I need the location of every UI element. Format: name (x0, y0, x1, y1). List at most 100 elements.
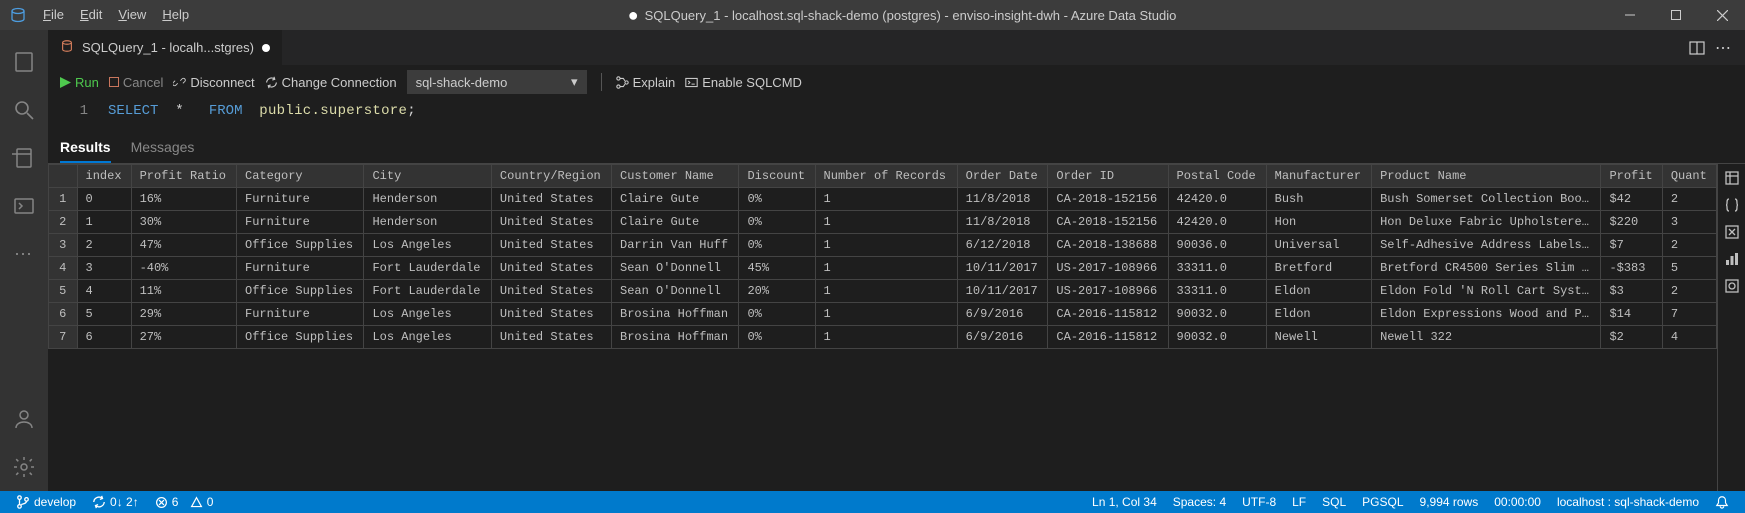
cell[interactable]: Los Angeles (364, 303, 491, 326)
cell[interactable]: 27% (131, 326, 236, 349)
cell[interactable]: $7 (1601, 234, 1662, 257)
col-header[interactable]: Manufacturer (1266, 165, 1371, 188)
cell[interactable]: US-2017-108966 (1048, 257, 1168, 280)
cell[interactable]: CA-2018-138688 (1048, 234, 1168, 257)
cell[interactable]: 0% (739, 234, 815, 257)
cell[interactable]: United States (491, 326, 611, 349)
cell[interactable]: 16% (131, 188, 236, 211)
table-row[interactable]: 3247%Office SuppliesLos AngelesUnited St… (49, 234, 1717, 257)
cell[interactable]: Fort Lauderdale (364, 280, 491, 303)
cell[interactable]: 2 (1662, 280, 1716, 303)
table-row[interactable]: 6529%FurnitureLos AngelesUnited StatesBr… (49, 303, 1717, 326)
cell[interactable]: 1 (815, 234, 957, 257)
cell[interactable]: 0% (739, 303, 815, 326)
cell[interactable]: Furniture (237, 303, 364, 326)
menu-help[interactable]: Help (154, 0, 197, 30)
cell[interactable]: United States (491, 257, 611, 280)
cell[interactable]: Bush Somerset Collection Bookcase (1372, 188, 1601, 211)
cell[interactable]: 6 (77, 326, 131, 349)
cell[interactable]: CA-2016-115812 (1048, 326, 1168, 349)
cell[interactable]: Bretford CR4500 Series Slim Rectan… (1372, 257, 1601, 280)
export-excel-icon[interactable] (1724, 224, 1740, 243)
col-header[interactable]: Country/Region (491, 165, 611, 188)
sb-spaces[interactable]: Spaces: 4 (1165, 495, 1234, 509)
cell[interactable]: Claire Gute (612, 188, 739, 211)
cell[interactable]: 42420.0 (1168, 188, 1266, 211)
disconnect-button[interactable]: Disconnect (173, 75, 254, 90)
cell[interactable]: 47% (131, 234, 236, 257)
sb-server-type[interactable]: PGSQL (1354, 495, 1411, 509)
menu-view[interactable]: View (110, 0, 154, 30)
cell[interactable]: -40% (131, 257, 236, 280)
table-row[interactable]: 1016%FurnitureHendersonUnited StatesClai… (49, 188, 1717, 211)
cell[interactable]: Office Supplies (237, 280, 364, 303)
col-header[interactable]: Discount (739, 165, 815, 188)
cell[interactable]: Brosina Hoffman (612, 326, 739, 349)
sb-cursor-pos[interactable]: Ln 1, Col 34 (1084, 495, 1165, 509)
tab-results[interactable]: Results (60, 139, 111, 163)
cell[interactable]: 1 (815, 257, 957, 280)
col-header[interactable]: index (77, 165, 131, 188)
cell[interactable]: 33311.0 (1168, 257, 1266, 280)
cell[interactable]: 6/9/2016 (957, 326, 1048, 349)
activity-settings[interactable] (0, 443, 48, 491)
activity-notebooks[interactable] (0, 134, 48, 182)
cancel-button[interactable]: Cancel (109, 75, 163, 90)
col-header[interactable]: Number of Records (815, 165, 957, 188)
cell[interactable]: 4 (77, 280, 131, 303)
cell[interactable]: Furniture (237, 257, 364, 280)
col-header[interactable]: Order Date (957, 165, 1048, 188)
cell[interactable]: 1 (77, 211, 131, 234)
cell[interactable]: 90036.0 (1168, 234, 1266, 257)
cell[interactable]: 11/8/2018 (957, 211, 1048, 234)
cell[interactable]: 30% (131, 211, 236, 234)
cell[interactable]: Brosina Hoffman (612, 303, 739, 326)
col-header[interactable]: Category (237, 165, 364, 188)
cell[interactable]: 20% (739, 280, 815, 303)
cell[interactable]: 0% (739, 326, 815, 349)
cell[interactable]: Universal (1266, 234, 1371, 257)
cell[interactable]: 3 (77, 257, 131, 280)
cell[interactable]: Self-Adhesive Address Labels for T… (1372, 234, 1601, 257)
sb-branch[interactable]: develop (8, 495, 84, 509)
cell[interactable]: Office Supplies (237, 234, 364, 257)
sb-sync[interactable]: 0↓ 2↑ (84, 495, 147, 509)
cell[interactable]: 1 (815, 211, 957, 234)
cell[interactable]: Office Supplies (237, 326, 364, 349)
table-row[interactable]: 7627%Office SuppliesLos AngelesUnited St… (49, 326, 1717, 349)
cell[interactable]: 45% (739, 257, 815, 280)
export-csv-icon[interactable] (1724, 170, 1740, 189)
cell[interactable]: 0 (77, 188, 131, 211)
col-header[interactable]: Customer Name (612, 165, 739, 188)
cell[interactable]: US-2017-108966 (1048, 280, 1168, 303)
cell[interactable]: 90032.0 (1168, 326, 1266, 349)
sb-connection[interactable]: localhost : sql-shack-demo (1549, 495, 1707, 509)
close-button[interactable] (1699, 0, 1745, 30)
table-row[interactable]: 43-40%FurnitureFort LauderdaleUnited Sta… (49, 257, 1717, 280)
explain-button[interactable]: Explain (616, 75, 676, 90)
activity-account[interactable] (0, 395, 48, 443)
sb-row-count[interactable]: 9,994 rows (1412, 495, 1487, 509)
sb-eol[interactable]: LF (1284, 495, 1314, 509)
col-header[interactable]: Product Name (1372, 165, 1601, 188)
sb-problems[interactable]: 6 0 (147, 495, 222, 509)
cell[interactable]: 2 (1662, 188, 1716, 211)
cell[interactable]: 29% (131, 303, 236, 326)
cell[interactable]: Bush (1266, 188, 1371, 211)
cell[interactable]: $42 (1601, 188, 1662, 211)
chart-icon[interactable] (1724, 251, 1740, 270)
cell[interactable]: United States (491, 303, 611, 326)
cell[interactable]: $220 (1601, 211, 1662, 234)
sb-exec-time[interactable]: 00:00:00 (1486, 495, 1549, 509)
cell[interactable]: Newell (1266, 326, 1371, 349)
table-row[interactable]: 5411%Office SuppliesFort LauderdaleUnite… (49, 280, 1717, 303)
activity-servers[interactable] (0, 38, 48, 86)
activity-search[interactable] (0, 86, 48, 134)
cell[interactable]: Eldon (1266, 280, 1371, 303)
cell[interactable]: 4 (1662, 326, 1716, 349)
visualizer-icon[interactable] (1724, 278, 1740, 297)
cell[interactable]: $14 (1601, 303, 1662, 326)
cell[interactable]: CA-2018-152156 (1048, 188, 1168, 211)
cell[interactable]: 0% (739, 188, 815, 211)
cell[interactable]: 5 (1662, 257, 1716, 280)
